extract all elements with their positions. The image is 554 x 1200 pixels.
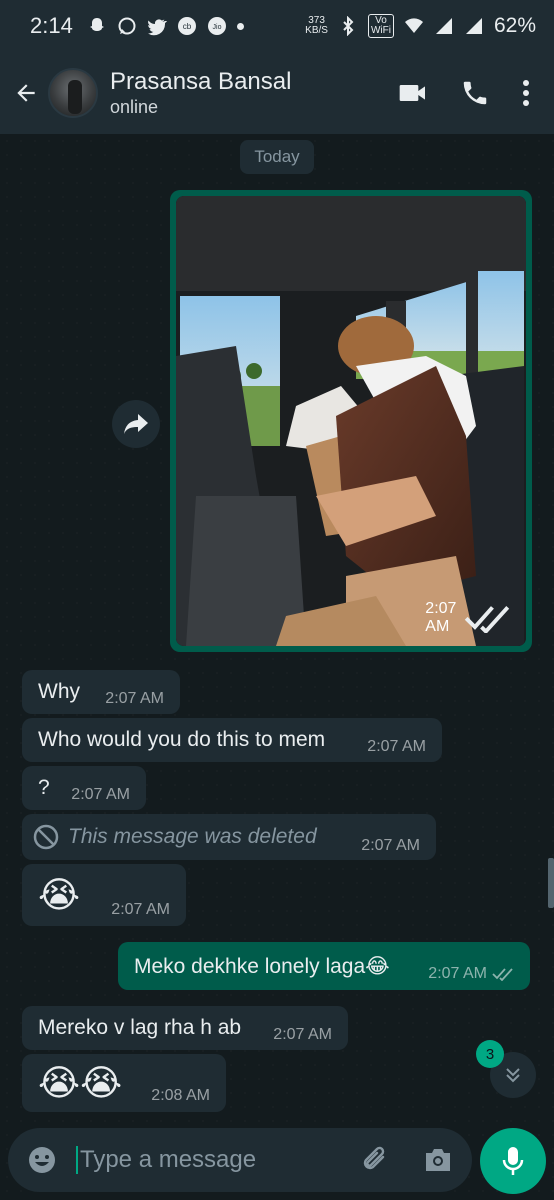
- chevron-double-down-icon: [506, 1068, 520, 1083]
- more-options-button[interactable]: [506, 68, 546, 118]
- mic-icon: [502, 1147, 524, 1175]
- notification-icons: cb Jio: [87, 16, 244, 36]
- forward-icon: [124, 414, 148, 434]
- signal-icon: [435, 18, 452, 34]
- svg-text:Jio: Jio: [212, 24, 221, 31]
- double-check-icon: [492, 968, 513, 981]
- unread-count-badge: 3: [476, 1040, 504, 1068]
- message-incoming[interactable]: Mereko v lag rha h ab 2:07 AM: [22, 1006, 348, 1050]
- bluetooth-icon: [343, 16, 354, 36]
- message-text: ?: [38, 776, 50, 799]
- back-button[interactable]: [6, 73, 46, 113]
- avatar[interactable]: [48, 68, 98, 118]
- message-time: 2:07 AM: [361, 837, 420, 854]
- message-emoji: 😭: [38, 874, 81, 916]
- message-time: 2:07 AM: [428, 965, 514, 983]
- message-time-label: 2:07 AM: [428, 965, 487, 982]
- message-incoming[interactable]: 😭 2:07 AM: [22, 864, 186, 926]
- message-text: Why: [38, 680, 80, 703]
- chat-area[interactable]: Today 2:07 AM Why 2:07 AM Who would you …: [0, 134, 554, 1200]
- svg-text:cb: cb: [183, 22, 192, 31]
- message-incoming[interactable]: Why 2:07 AM: [22, 670, 180, 714]
- wifi-icon: [404, 18, 423, 33]
- date-chip: Today: [240, 140, 314, 174]
- image-message[interactable]: 2:07 AM: [170, 190, 532, 652]
- message-time: 2:07 AM: [367, 738, 426, 755]
- video-call-button[interactable]: [382, 68, 444, 118]
- contact-info[interactable]: Prasansa Bansal online: [110, 68, 382, 118]
- photo[interactable]: 2:07 AM: [176, 196, 526, 646]
- message-incoming[interactable]: 😭😭 2:08 AM: [22, 1054, 226, 1112]
- emoji-icon: [29, 1147, 55, 1173]
- message-text: Meko dekhke lonely laga😂: [134, 954, 390, 978]
- emoji-button[interactable]: [22, 1140, 62, 1180]
- contact-status: online: [110, 97, 159, 117]
- forward-button[interactable]: [112, 400, 160, 448]
- header-actions: [382, 68, 546, 118]
- message-time: 2:07 AM: [111, 901, 170, 918]
- voice-call-icon: [463, 81, 487, 105]
- system-indicators: 373 KB/S Vo WiFi 62%: [305, 14, 536, 38]
- vowifi-bottom: WiFi: [370, 25, 391, 36]
- message-outgoing[interactable]: Meko dekhke lonely laga😂 2:07 AM: [118, 942, 530, 990]
- voice-call-button[interactable]: [444, 68, 506, 118]
- message-composer: Type a message: [8, 1128, 472, 1192]
- snapchat-icon: [89, 18, 104, 31]
- message-time: 2:07 AM: [71, 786, 130, 803]
- scrollbar-thumb[interactable]: [548, 858, 554, 908]
- message-input[interactable]: Type a message: [76, 1146, 356, 1174]
- message-emoji: 😭😭: [38, 1062, 123, 1104]
- signal-icon-2: [465, 18, 482, 34]
- chat-header: Prasansa Bansal online: [0, 52, 554, 134]
- vowifi-badge: Vo WiFi: [367, 14, 394, 38]
- photo-image: [176, 196, 526, 646]
- arrow-left-icon: [17, 84, 35, 102]
- image-time: 2:07 AM: [425, 600, 457, 635]
- cb-app-icon: cb: [177, 17, 196, 35]
- net-speed-unit: KB/S: [305, 25, 328, 36]
- message-text: This message was deleted: [68, 825, 317, 848]
- message-time: 2:07 AM: [273, 1026, 332, 1043]
- message-incoming[interactable]: Who would you do this to mem 2:07 AM: [22, 718, 442, 762]
- camera-icon: [426, 1149, 450, 1171]
- video-call-icon: [399, 85, 425, 101]
- jio-icon: Jio: [207, 17, 226, 35]
- deleted-icon: [33, 824, 59, 850]
- network-speed: 373 KB/S: [305, 16, 328, 36]
- twitter-icon: [147, 19, 167, 36]
- battery-percent: 62%: [493, 14, 536, 37]
- message-text: Mereko v lag rha h ab: [38, 1016, 242, 1039]
- message-deleted[interactable]: This message was deleted 2:07 AM: [22, 814, 436, 860]
- whatsapp-icon: [118, 17, 136, 35]
- message-time: 2:08 AM: [151, 1087, 210, 1104]
- attach-button[interactable]: [356, 1140, 396, 1180]
- more-notifications-dot: [236, 22, 244, 30]
- more-icon: [523, 80, 529, 106]
- message-time: 2:07 AM: [105, 690, 164, 707]
- attach-icon: [363, 1146, 385, 1170]
- image-meta: 2:07 AM: [425, 600, 512, 636]
- contact-name: Prasansa Bansal: [110, 68, 292, 95]
- message-text: Who would you do this to mem: [38, 728, 326, 751]
- camera-button[interactable]: [418, 1140, 458, 1180]
- double-check-icon: [464, 605, 510, 634]
- status-bar: 2:14 cb Jio 373 KB/S Vo WiFi 62%: [0, 0, 554, 52]
- status-time: 2:14: [30, 13, 73, 38]
- voice-record-button[interactable]: [480, 1128, 546, 1194]
- message-incoming[interactable]: ? 2:07 AM: [22, 766, 146, 810]
